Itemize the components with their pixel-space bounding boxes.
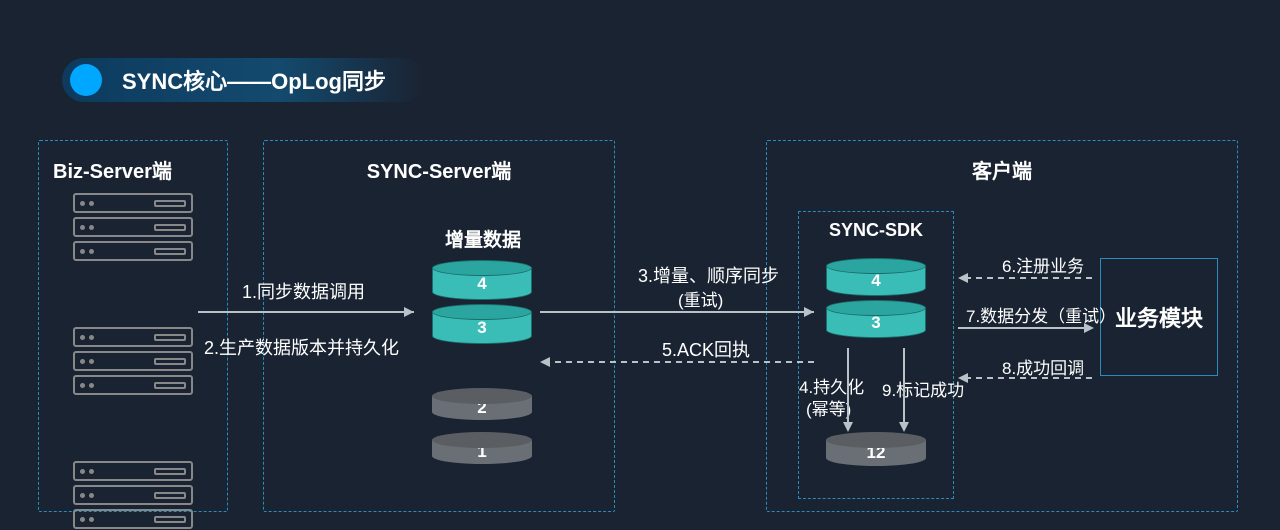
step-1-label: 1.同步数据调用 <box>242 278 365 304</box>
step-8-label: 8.成功回调 <box>1002 354 1084 379</box>
incremental-data-label: 增量数据 <box>428 225 538 252</box>
server-icon <box>73 327 193 399</box>
step-5-label: 5.ACK回执 <box>662 336 750 362</box>
panel-biz-title: Biz-Server端 <box>39 155 227 184</box>
panel-client-title: 客户端 <box>767 155 1237 184</box>
panel-sync-title: SYNC-Server端 <box>264 155 614 184</box>
queue-cylinder-active: 3 <box>432 304 532 344</box>
queue-cylinder-active: 4 <box>432 260 532 300</box>
server-icon <box>73 193 193 265</box>
business-module-label: 业务模块 <box>1115 301 1203 333</box>
step-3a-label: 3.增量、顺序同步 <box>638 262 779 288</box>
step-6-label: 6.注册业务 <box>1002 252 1084 277</box>
step-7-label: 7.数据分发（重试） <box>966 302 1116 327</box>
step-2-label: 2.生产数据版本并持久化 <box>204 334 399 360</box>
diagram-title: SYNC核心——OpLog同步 <box>122 64 386 96</box>
panel-biz-server: Biz-Server端 <box>38 140 228 512</box>
step-4b-label: (幂等) <box>806 395 851 420</box>
diagram-title-pill: SYNC核心——OpLog同步 <box>62 58 424 102</box>
server-icon <box>73 461 193 530</box>
sdk-cylinder-active: 3 <box>826 300 926 338</box>
queue-cylinder-gray: 2 <box>432 388 532 420</box>
server-stack <box>73 193 193 530</box>
sdk-cylinder-result: 12 <box>826 432 926 466</box>
step-9-label: 9.标记成功 <box>882 376 964 401</box>
step-3b-label: (重试) <box>678 286 723 311</box>
sdk-title: SYNC-SDK <box>799 220 953 241</box>
sdk-cylinder-active: 4 <box>826 258 926 296</box>
queue-cylinder-gray: 1 <box>432 432 532 464</box>
diagram-stage: SYNC核心——OpLog同步 Biz-Server端 SYNC-Server <box>0 0 1280 530</box>
title-dot-icon <box>70 64 102 96</box>
business-module-box: 业务模块 <box>1100 258 1218 376</box>
